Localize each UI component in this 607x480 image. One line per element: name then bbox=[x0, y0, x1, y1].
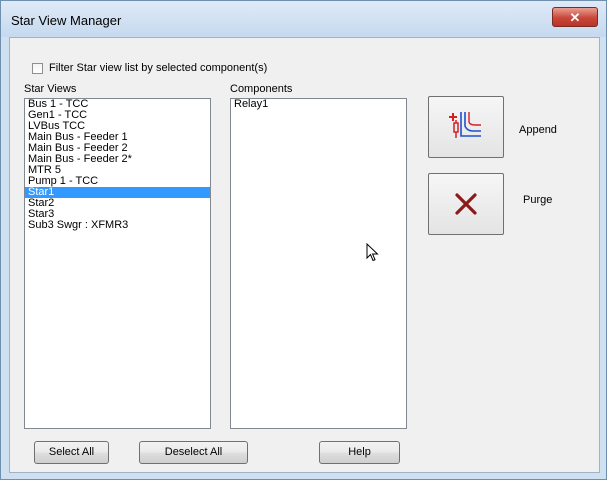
close-icon: ✕ bbox=[569, 10, 581, 25]
dialog-client-area: Filter Star view list by selected compon… bbox=[9, 37, 600, 473]
select-all-button[interactable]: Select All bbox=[34, 441, 109, 464]
close-button[interactable]: ✕ bbox=[552, 7, 598, 27]
window-title: Star View Manager bbox=[11, 13, 122, 28]
help-button[interactable]: Help bbox=[319, 441, 400, 464]
filter-checkbox-row[interactable]: Filter Star view list by selected compon… bbox=[32, 60, 267, 76]
title-bar[interactable]: Star View Manager ✕ bbox=[1, 1, 606, 37]
star-view-list-item[interactable]: Sub3 Swgr : XFMR3 bbox=[25, 220, 210, 231]
filter-checkbox-label: Filter Star view list by selected compon… bbox=[49, 62, 268, 74]
filter-checkbox[interactable] bbox=[32, 62, 43, 74]
purge-label: Purge bbox=[523, 194, 553, 206]
components-listbox[interactable]: Relay1 bbox=[230, 98, 407, 429]
append-icon bbox=[449, 112, 481, 138]
star-views-header: Star Views bbox=[24, 83, 77, 95]
append-button[interactable] bbox=[428, 96, 504, 158]
deselect-all-button[interactable]: Deselect All bbox=[139, 441, 248, 464]
components-header: Components bbox=[230, 83, 293, 95]
purge-button[interactable] bbox=[428, 173, 504, 235]
purge-x-icon bbox=[455, 193, 477, 215]
append-label: Append bbox=[519, 124, 557, 136]
dialog-window: Star View Manager ✕ Filter Star view lis… bbox=[0, 0, 607, 480]
mouse-pointer-icon bbox=[366, 243, 379, 262]
star-views-listbox[interactable]: Bus 1 - TCC Gen1 - TCC LVBus TCC Main Bus -… bbox=[24, 98, 211, 429]
component-list-item[interactable]: Relay1 bbox=[231, 99, 406, 110]
